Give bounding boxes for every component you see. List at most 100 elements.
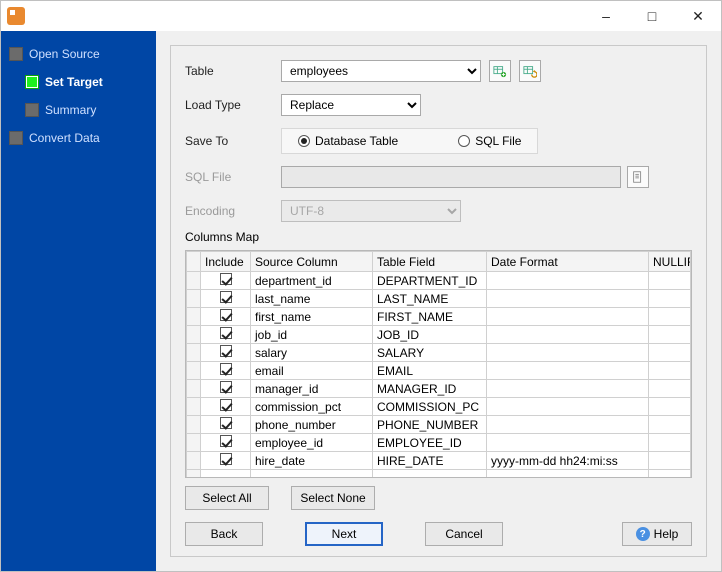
table-row[interactable]: employee_idEMPLOYEE_ID <box>187 434 691 452</box>
table-row[interactable]: commission_pctCOMMISSION_PC <box>187 398 691 416</box>
loadtype-select[interactable]: Replace <box>281 94 421 116</box>
cell-source[interactable]: email <box>251 362 373 380</box>
cell-source[interactable]: employee_id <box>251 434 373 452</box>
cell-nullif[interactable] <box>649 326 691 344</box>
help-button[interactable]: ? Help <box>622 522 692 546</box>
cell-date[interactable] <box>487 434 649 452</box>
cell-table[interactable]: FIRST_NAME <box>373 308 487 326</box>
header-nullif[interactable]: NULLIF <box>649 252 691 272</box>
table-row[interactable]: department_idDEPARTMENT_ID <box>187 272 691 290</box>
cell-source[interactable]: phone_number <box>251 416 373 434</box>
cell-source[interactable]: department_id <box>251 272 373 290</box>
close-button[interactable]: ✕ <box>675 1 721 31</box>
cell-nullif[interactable] <box>649 362 691 380</box>
table-row[interactable]: salarySALARY <box>187 344 691 362</box>
grid-scroll[interactable]: Include Source Column Table Field Date F… <box>186 251 691 477</box>
table-row[interactable]: hire_dateHIRE_DATEyyyy-mm-dd hh24:mi:ss <box>187 452 691 470</box>
cell-nullif[interactable] <box>649 398 691 416</box>
cell-nullif[interactable] <box>649 434 691 452</box>
select-none-button[interactable]: Select None <box>291 486 375 510</box>
cell-nullif[interactable] <box>649 452 691 470</box>
row-handle[interactable] <box>187 290 201 308</box>
cell-date[interactable] <box>487 326 649 344</box>
cell-include[interactable] <box>201 272 251 290</box>
minimize-button[interactable]: – <box>583 1 629 31</box>
table-row[interactable]: first_nameFIRST_NAME <box>187 308 691 326</box>
cell-date[interactable] <box>487 290 649 308</box>
cell-include[interactable] <box>201 290 251 308</box>
cell-include[interactable] <box>201 452 251 470</box>
include-checkbox[interactable] <box>220 309 232 321</box>
header-source[interactable]: Source Column <box>251 252 373 272</box>
browse-sqlfile-button[interactable] <box>627 166 649 188</box>
cell-table[interactable]: EMPLOYEE_ID <box>373 434 487 452</box>
cell-include[interactable] <box>201 416 251 434</box>
header-include[interactable]: Include <box>201 252 251 272</box>
header-table[interactable]: Table Field <box>373 252 487 272</box>
cell-date[interactable] <box>487 416 649 434</box>
cell-nullif[interactable] <box>649 416 691 434</box>
cell-source[interactable]: salary <box>251 344 373 362</box>
row-handle[interactable] <box>187 362 201 380</box>
row-handle[interactable] <box>187 272 201 290</box>
table-row[interactable]: job_idJOB_ID <box>187 326 691 344</box>
cell-include[interactable] <box>201 398 251 416</box>
row-handle[interactable] <box>187 416 201 434</box>
cell-table[interactable]: HIRE_DATE <box>373 452 487 470</box>
sidebar-item-summary[interactable]: Summary <box>1 99 156 121</box>
saveto-radio-sql[interactable]: SQL File <box>458 134 521 148</box>
cell-table[interactable]: DEPARTMENT_ID <box>373 272 487 290</box>
cell-source[interactable]: last_name <box>251 290 373 308</box>
cell-table[interactable]: COMMISSION_PC <box>373 398 487 416</box>
row-handle[interactable] <box>187 434 201 452</box>
sidebar-item-open-source[interactable]: Open Source <box>1 43 156 65</box>
include-checkbox[interactable] <box>220 327 232 339</box>
include-checkbox[interactable] <box>220 435 232 447</box>
select-all-button[interactable]: Select All <box>185 486 269 510</box>
table-row[interactable]: emailEMAIL <box>187 362 691 380</box>
cell-nullif[interactable] <box>649 290 691 308</box>
cell-source[interactable]: hire_date <box>251 452 373 470</box>
table-row[interactable]: manager_idMANAGER_ID <box>187 380 691 398</box>
row-handle[interactable] <box>187 452 201 470</box>
cell-date[interactable] <box>487 272 649 290</box>
cell-include[interactable] <box>201 308 251 326</box>
table-row[interactable]: last_nameLAST_NAME <box>187 290 691 308</box>
new-table-button[interactable] <box>489 60 511 82</box>
sidebar-item-set-target[interactable]: Set Target <box>1 71 156 93</box>
row-handle[interactable] <box>187 326 201 344</box>
sidebar-item-convert-data[interactable]: Convert Data <box>1 127 156 149</box>
cell-date[interactable] <box>487 344 649 362</box>
cell-source[interactable]: commission_pct <box>251 398 373 416</box>
cell-date[interactable] <box>487 362 649 380</box>
include-checkbox[interactable] <box>220 381 232 393</box>
cell-date[interactable] <box>487 380 649 398</box>
cell-nullif[interactable] <box>649 272 691 290</box>
cell-source[interactable]: manager_id <box>251 380 373 398</box>
next-button[interactable]: Next <box>305 522 383 546</box>
cell-table[interactable]: SALARY <box>373 344 487 362</box>
cell-table[interactable]: JOB_ID <box>373 326 487 344</box>
cell-include[interactable] <box>201 434 251 452</box>
back-button[interactable]: Back <box>185 522 263 546</box>
include-checkbox[interactable] <box>220 453 232 465</box>
cell-include[interactable] <box>201 362 251 380</box>
include-checkbox[interactable] <box>220 291 232 303</box>
cell-table[interactable]: MANAGER_ID <box>373 380 487 398</box>
saveto-radio-db[interactable]: Database Table <box>298 134 398 148</box>
cell-source[interactable]: first_name <box>251 308 373 326</box>
row-handle[interactable] <box>187 398 201 416</box>
cell-include[interactable] <box>201 326 251 344</box>
cell-date[interactable] <box>487 398 649 416</box>
cell-nullif[interactable] <box>649 344 691 362</box>
maximize-button[interactable]: □ <box>629 1 675 31</box>
refresh-table-button[interactable] <box>519 60 541 82</box>
include-checkbox[interactable] <box>220 417 232 429</box>
include-checkbox[interactable] <box>220 273 232 285</box>
cell-nullif[interactable] <box>649 308 691 326</box>
cell-table[interactable]: EMAIL <box>373 362 487 380</box>
cell-table[interactable]: PHONE_NUMBER <box>373 416 487 434</box>
cell-nullif[interactable] <box>649 380 691 398</box>
cell-include[interactable] <box>201 344 251 362</box>
row-handle[interactable] <box>187 380 201 398</box>
